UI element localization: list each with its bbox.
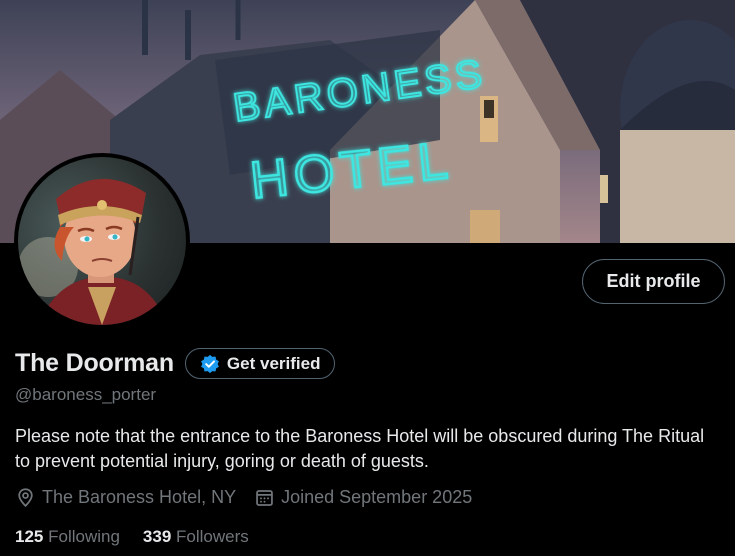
profile-meta: The Baroness Hotel, NY Joined September …: [15, 487, 490, 508]
location-text: The Baroness Hotel, NY: [42, 487, 237, 507]
followers-count: 339: [142, 527, 172, 546]
following-count: 125: [15, 527, 44, 546]
joined-item: Joined September 2025: [254, 487, 472, 508]
edit-profile-button[interactable]: Edit profile: [582, 259, 725, 304]
joined-text: Joined September 2025: [281, 487, 473, 507]
following-label: Following: [48, 527, 120, 546]
profile-stats: 125 Following 339 Followers: [15, 527, 272, 547]
get-verified-button[interactable]: Get verified: [184, 348, 336, 379]
followers-label: Followers: [176, 527, 249, 546]
following-link[interactable]: 125 Following: [15, 527, 120, 547]
followers-link[interactable]: 339 Followers: [143, 527, 249, 547]
calendar-icon: [254, 487, 275, 508]
verified-badge-icon: [200, 354, 220, 374]
avatar[interactable]: [14, 153, 190, 329]
display-name: The Doorman: [15, 349, 174, 377]
profile-bio: Please note that the entrance to the Bar…: [15, 426, 705, 471]
get-verified-label: Get verified: [226, 353, 321, 373]
name-row: The Doorman Get verified: [15, 348, 336, 379]
avatar-image: [18, 157, 186, 325]
profile-handle: @baroness_porter: [15, 385, 157, 404]
location-item: The Baroness Hotel, NY: [15, 487, 236, 508]
location-pin-icon: [15, 487, 36, 508]
